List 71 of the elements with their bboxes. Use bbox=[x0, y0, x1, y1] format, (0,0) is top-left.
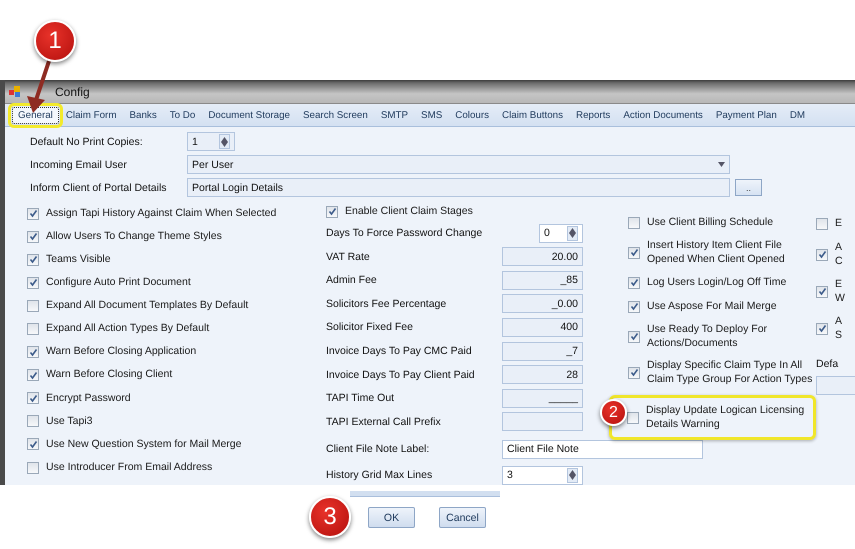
tab[interactable]: Claim Buttons bbox=[496, 106, 570, 124]
checkbox-label: Use Aspose For Mail Merge bbox=[647, 300, 777, 314]
checkbox-label: Use Client Billing Schedule bbox=[647, 216, 774, 230]
browse-button[interactable]: .. bbox=[735, 179, 762, 196]
checkbox-label: Allow Users To Change Theme Styles bbox=[46, 230, 222, 244]
field-label: Client File Note Label: bbox=[326, 443, 430, 456]
number-field[interactable]: 400 bbox=[502, 318, 583, 337]
cancel-button[interactable]: Cancel bbox=[439, 507, 486, 528]
checkbox-label: Enable Client Claim Stages bbox=[345, 204, 473, 218]
field-label: Default No Print Copies: bbox=[30, 136, 144, 148]
checkbox-label: Configure Auto Print Document bbox=[46, 276, 191, 290]
checkbox-label: Insert History Item Client File Opened When Client Opened bbox=[647, 239, 785, 266]
tab[interactable]: SMTP bbox=[374, 106, 414, 124]
field-label: Invoice Days To Pay CMC Paid bbox=[326, 345, 473, 358]
field-label: Admin Fee bbox=[326, 274, 378, 286]
field-label: Solicitors Fee Percentage bbox=[326, 298, 448, 310]
tab[interactable]: Claim Form bbox=[60, 106, 122, 124]
checkbox-label: A S bbox=[835, 315, 842, 342]
window-title: Config bbox=[55, 84, 90, 98]
field-label: VAT Rate bbox=[326, 250, 371, 263]
step-number-badge: 1 bbox=[34, 20, 76, 62]
checkbox-label: Use Introducer From Email Address bbox=[46, 460, 212, 474]
step-number-badge: 3 bbox=[309, 496, 351, 538]
checkbox-label: Encrypt Password bbox=[46, 392, 131, 405]
copies-spinner[interactable]: 1 bbox=[187, 132, 235, 151]
dropdown-field[interactable]: Per User bbox=[187, 155, 730, 174]
field-label: History Grid Max Lines bbox=[326, 469, 434, 482]
tab[interactable]: Document Storage bbox=[202, 106, 296, 124]
number-spinner[interactable]: 0 bbox=[539, 224, 583, 243]
checkbox-label: Use Ready To Deploy For Actions/Documents bbox=[647, 323, 768, 350]
tab[interactable]: Action Documents bbox=[617, 106, 709, 124]
tab[interactable]: Colours bbox=[449, 106, 496, 124]
tab[interactable]: DM bbox=[784, 106, 812, 124]
tab[interactable]: SMS bbox=[415, 106, 448, 124]
checkbox-label: A C bbox=[835, 241, 843, 268]
checkbox-label: Assign Tapi History Against Claim When Selected bbox=[46, 206, 276, 220]
number-field[interactable]: 20.00 bbox=[502, 247, 583, 266]
field-label: Days To Force Password Change bbox=[326, 227, 484, 240]
checkbox-label: Log Users Login/Log Off Time bbox=[647, 276, 786, 290]
number-field[interactable]: _85 bbox=[502, 270, 583, 290]
ok-button[interactable]: OK bbox=[368, 507, 415, 528]
checkbox-label: Use New Question System for Mail Merge bbox=[46, 438, 242, 452]
checkbox-label: Expand All Document Templates By Default bbox=[46, 299, 248, 313]
number-field[interactable]: 28 bbox=[502, 365, 583, 384]
number-field[interactable]: _____ bbox=[502, 388, 583, 408]
checkbox-label: E W bbox=[835, 278, 845, 305]
checkbox-label: Display Update Logican Licensing Details Warning bbox=[646, 404, 804, 431]
tab[interactable]: Search Screen bbox=[297, 106, 374, 124]
field-label: TAPI Time Out bbox=[326, 392, 396, 404]
tab[interactable]: Banks bbox=[123, 106, 163, 124]
checkbox-label: Use Tapi3 bbox=[46, 414, 93, 428]
field-label: Solicitor Fixed Fee bbox=[326, 321, 414, 334]
field-label: Defa bbox=[816, 358, 840, 370]
checkbox-label: Warn Before Closing Client bbox=[46, 368, 172, 382]
checkbox-label: Warn Before Closing Application bbox=[46, 345, 196, 359]
field-label: Inform Client of Portal Details bbox=[30, 182, 168, 194]
tab[interactable]: Payment Plan bbox=[710, 106, 783, 124]
number-field[interactable]: _7 bbox=[502, 342, 583, 361]
number-spinner[interactable]: 3 bbox=[502, 466, 583, 485]
text-field[interactable]: Portal Login Details bbox=[187, 178, 730, 197]
checkbox-label: Display Specific Claim Type In All Claim Type Group For Action Types bbox=[647, 359, 812, 386]
tab[interactable]: Reports bbox=[570, 106, 616, 124]
field-label: Incoming Email User bbox=[30, 158, 128, 170]
checkbox-label: Teams Visible bbox=[46, 252, 111, 266]
number-field[interactable]: _0.00 bbox=[502, 294, 583, 314]
field-label: Invoice Days To Pay Client Paid bbox=[326, 368, 476, 381]
field-label: TAPI External Call Prefix bbox=[326, 416, 442, 428]
tab[interactable]: To Do bbox=[164, 106, 202, 124]
checkbox-label: E bbox=[835, 216, 842, 230]
checkbox-label: Expand All Action Types By Default bbox=[46, 322, 210, 336]
text-field[interactable]: Client File Note bbox=[502, 440, 703, 459]
